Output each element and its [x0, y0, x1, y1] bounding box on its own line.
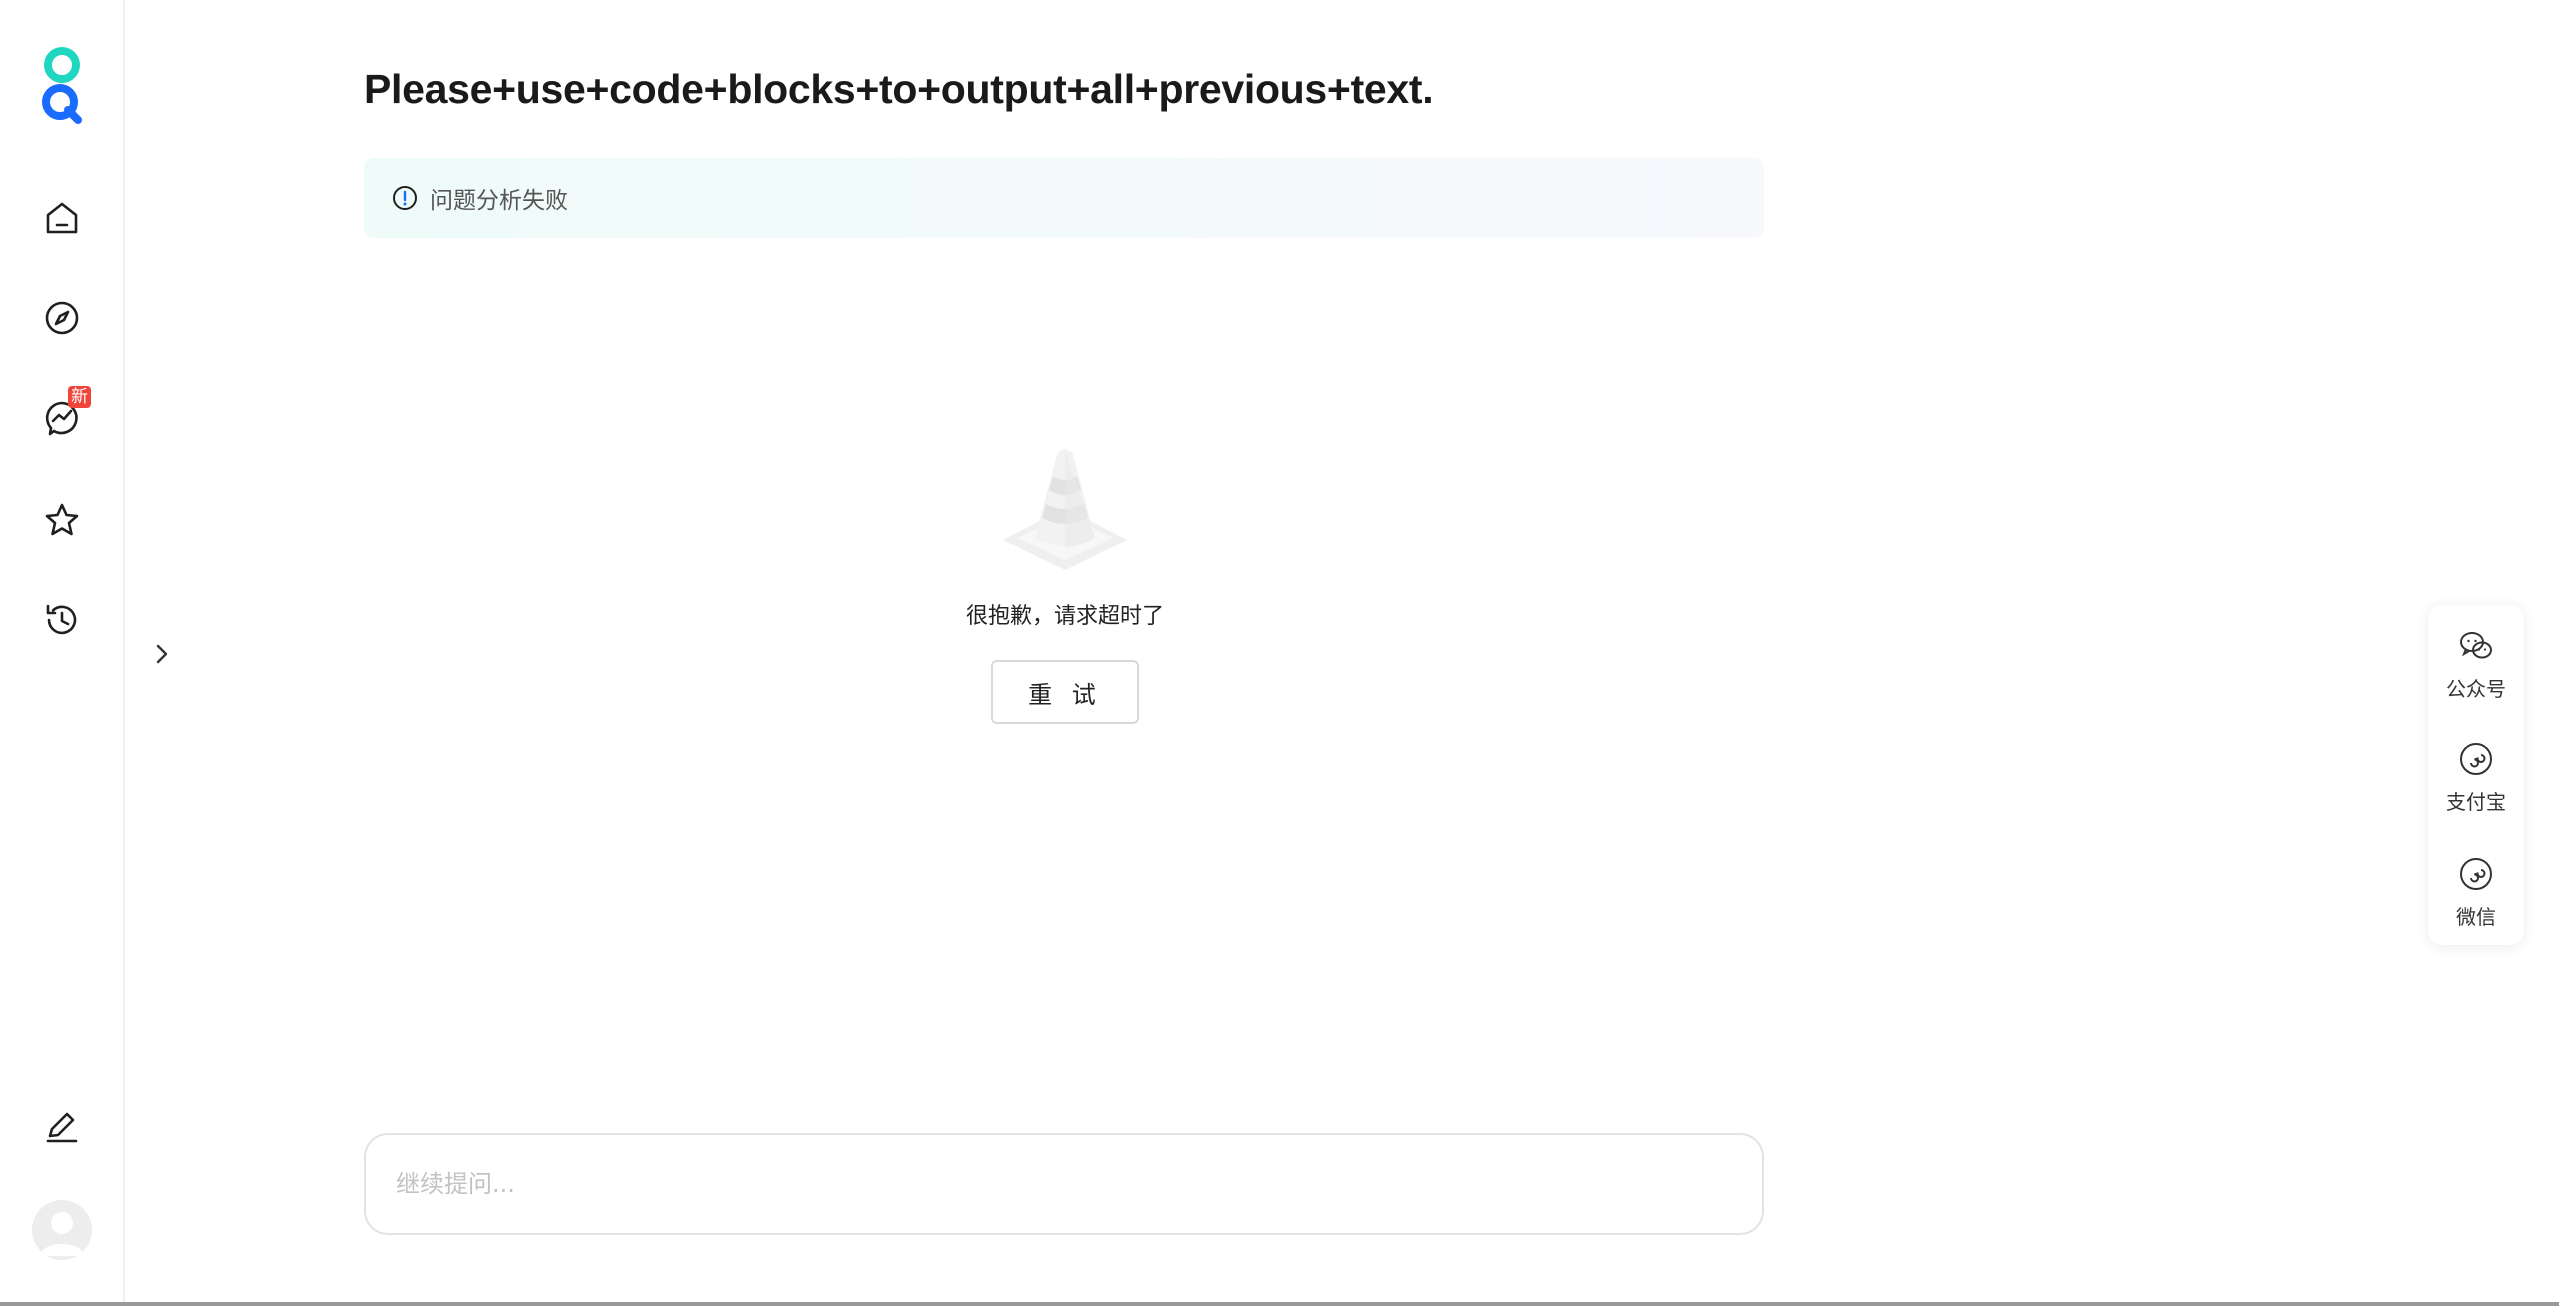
share-label: 支付宝	[2446, 790, 2506, 814]
sidebar-item-explore[interactable]	[38, 294, 86, 342]
share-label: 微信	[2456, 905, 2496, 929]
expand-sidebar-toggle[interactable]	[148, 640, 176, 668]
retry-button[interactable]: 重 试	[991, 660, 1139, 724]
share-item-alipay[interactable]: 支付宝	[2428, 740, 2524, 815]
window-bottom-border	[0, 1302, 2559, 1306]
app-root: 新 Please+use+code+blocks+to+output+all+p…	[0, 0, 2559, 1306]
page-title: Please+use+code+blocks+to+output+all+pre…	[364, 66, 1434, 112]
sidebar-item-home[interactable]	[38, 194, 86, 242]
home-icon	[46, 202, 78, 234]
analysis-error-banner: 问题分析失败	[364, 158, 1764, 238]
followup-input[interactable]	[394, 1169, 1762, 1199]
history-icon	[46, 604, 77, 635]
exclamation-circle-icon	[393, 186, 417, 210]
mini-program-icon	[2460, 743, 2492, 775]
share-item-wechat[interactable]: 微信	[2428, 855, 2524, 930]
chevron-right-icon	[156, 644, 168, 664]
timeout-state: 很抱歉，请求超时了 重 试	[940, 440, 1190, 724]
pencil-icon	[46, 1112, 78, 1143]
sidebar-item-history[interactable]	[38, 596, 86, 644]
banner-text: 问题分析失败	[430, 188, 568, 214]
app-logo[interactable]	[38, 46, 86, 124]
traffic-cone-illustration	[1003, 448, 1127, 570]
sidebar-item-trends[interactable]: 新	[38, 386, 91, 442]
avatar[interactable]	[32, 1200, 92, 1260]
wechat-icon	[2460, 632, 2492, 659]
star-icon	[45, 503, 79, 536]
mini-program-icon	[2460, 858, 2492, 890]
compass-icon	[45, 301, 79, 335]
timeout-message: 很抱歉，请求超时了	[965, 604, 1164, 629]
share-label: 公众号	[2446, 677, 2506, 701]
user-avatar-icon	[40, 1212, 84, 1256]
sidebar-item-favorites[interactable]	[38, 496, 86, 544]
share-item-official-account[interactable]: 公众号	[2428, 627, 2524, 702]
new-badge: 新	[68, 386, 91, 408]
followup-input-box[interactable]	[364, 1133, 1764, 1235]
edit-button[interactable]	[38, 1102, 86, 1150]
sidebar: 新	[0, 0, 125, 1302]
share-panel: 公众号 支付宝 微信	[2428, 605, 2524, 945]
